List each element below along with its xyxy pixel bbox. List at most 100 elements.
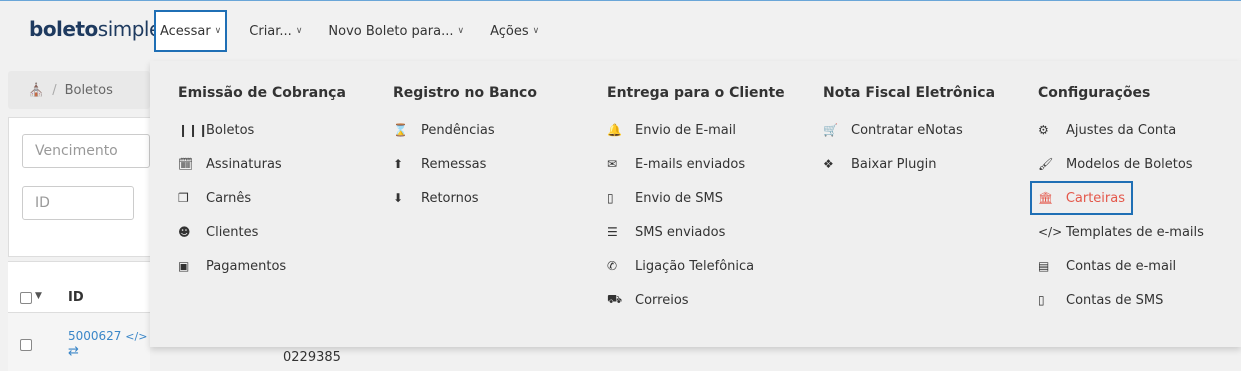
chevron-down-icon: ∨ — [457, 26, 465, 36]
menu-item-label: Contratar eNotas — [851, 122, 963, 138]
menu-item-label: Ajustes da Conta — [1066, 122, 1177, 138]
menu-item-modelos-boletos[interactable]: 🖌 Modelos de Boletos — [1038, 147, 1204, 181]
code-icon: </> — [1038, 225, 1063, 239]
bell-icon: 🔔 — [607, 123, 622, 137]
menu-column-emissao: Emissão de Cobrança ❙❙❙ Boletos 🗓 Assinatu… — [178, 85, 346, 283]
menu-item-envio-sms[interactable]: ▯ Envio de SMS — [607, 181, 785, 215]
menu-item-correios[interactable]: ⛟ Correios — [607, 283, 785, 317]
menu-item-pendencias[interactable]: ⌛ Pendências — [393, 113, 537, 147]
barcode-icon: ❙❙❙ — [178, 123, 209, 137]
breadcrumb: ⛪ / Boletos — [8, 71, 150, 109]
chevron-down-icon: ∨ — [214, 26, 222, 36]
menu-item-emails-enviados[interactable]: ✉ E-mails enviados — [607, 147, 785, 181]
menu-column-title: Configurações — [1038, 85, 1151, 101]
truck-icon: ⛟ — [607, 292, 623, 306]
menu-item-sms-enviados[interactable]: ☰ SMS enviados — [607, 215, 785, 249]
calendar-check-icon: 🗓 — [178, 157, 194, 171]
nav-novo-boleto-label: Novo Boleto para... — [328, 23, 454, 39]
menu-column-entrega: Entrega para o Cliente 🔔 Envio de E-mail … — [607, 85, 785, 317]
menu-item-pagamentos[interactable]: ▣ Pagamentos — [178, 249, 346, 283]
menu-item-label: Clientes — [206, 224, 259, 240]
nav-acessar[interactable]: Acessar ∨ — [154, 10, 228, 52]
phone-icon: ✆ — [607, 259, 618, 273]
menu-item-label: Carnês — [206, 190, 252, 206]
menu-column-title: Nota Fiscal Eletrônica — [823, 85, 996, 101]
acessar-dropdown-menu: Emissão de Cobrança ❙❙❙ Boletos 🗓 Assinatu… — [150, 61, 1241, 347]
menu-item-contas-email[interactable]: ▤ Contas de e-mail — [1038, 249, 1204, 283]
chevron-down-icon: ∨ — [295, 26, 303, 36]
nav-novo-boleto[interactable]: Novo Boleto para... ∨ — [319, 14, 473, 48]
home-icon[interactable]: ⛪ — [28, 83, 44, 98]
column-header-id[interactable]: ID — [68, 290, 84, 305]
select-all-checkbox[interactable] — [20, 292, 32, 304]
menu-item-label: Envio de E-mail — [635, 122, 736, 138]
brand-logo[interactable]: boletosimples — [29, 17, 171, 41]
underlying-page: ⛪ / Boletos Vencimento ID ▼ ID 5000627 <… — [0, 61, 150, 371]
menu-item-label: Contas de SMS — [1066, 292, 1164, 308]
row-checkbox[interactable] — [20, 339, 32, 351]
copy-icon: ❐ — [178, 191, 189, 205]
menu-item-label: Templates de e-mails — [1066, 224, 1204, 240]
cogs-icon: ⚙ — [1038, 123, 1049, 137]
id-input[interactable]: ID — [22, 186, 134, 220]
menu-item-envio-email[interactable]: 🔔 Envio de E-mail — [607, 113, 785, 147]
menu-item-retornos[interactable]: ⬇ Retornos — [393, 181, 537, 215]
menu-item-label: Ligação Telefônica — [635, 258, 755, 274]
upload-icon: ⬆ — [393, 157, 404, 171]
money-icon: ▣ — [178, 259, 190, 273]
main-nav: Acessar ∨ Criar... ∨ Novo Boleto para... ∨ … — [154, 9, 556, 53]
menu-item-ajustes-conta[interactable]: ⚙ Ajustes da Conta — [1038, 113, 1204, 147]
menu-item-label: SMS enviados — [635, 224, 726, 240]
menu-item-ligacao[interactable]: ✆ Ligação Telefônica — [607, 249, 785, 283]
nav-acoes-label: Ações — [490, 23, 529, 39]
top-navbar: boletosimples Acessar ∨ Criar... ∨ Novo Bo… — [0, 0, 1241, 61]
nav-criar[interactable]: Criar... ∨ — [240, 14, 311, 48]
menu-item-label: Pagamentos — [206, 258, 287, 274]
menu-column-nota-fiscal: Nota Fiscal Eletrônica 🛒 Contratar eNotas… — [823, 85, 995, 181]
row-number-partial: 0229385 — [283, 350, 341, 365]
puzzle-icon: ❖ — [823, 157, 834, 171]
bank-icon: 🏛 — [1038, 191, 1054, 205]
menu-column-configuracoes: Configurações ⚙ Ajustes da Conta 🖌 Modelos… — [1030, 85, 1204, 317]
id-placeholder: ID — [35, 195, 50, 211]
menu-item-contas-sms[interactable]: ▯ Contas de SMS — [1038, 283, 1204, 317]
download-icon: ⬇ — [393, 191, 404, 205]
menu-item-label: Baixar Plugin — [851, 156, 937, 172]
menu-item-carnes[interactable]: ❐ Carnês — [178, 181, 346, 215]
nav-criar-label: Criar... — [249, 23, 292, 39]
envelope-icon: ✉ — [607, 157, 618, 171]
cart-icon: 🛒 — [823, 123, 838, 137]
chevron-down-icon: ∨ — [532, 26, 540, 36]
menu-column-registro: Registro no Banco ⌛ Pendências ⬆ Remessas … — [393, 85, 537, 215]
menu-item-clientes[interactable]: ☻ Clientes — [178, 215, 346, 249]
menu-item-label: Assinaturas — [206, 156, 282, 172]
hourglass-icon: ⌛ — [393, 123, 408, 137]
menu-column-title: Entrega para o Cliente — [607, 85, 785, 101]
nav-acoes[interactable]: Ações ∨ — [481, 14, 548, 48]
server-icon: ▤ — [1038, 259, 1050, 273]
filter-panel: Vencimento ID — [8, 117, 150, 257]
users-icon: ☻ — [178, 225, 191, 239]
vencimento-input[interactable]: Vencimento — [22, 134, 150, 168]
menu-item-boletos[interactable]: ❙❙❙ Boletos — [178, 113, 346, 147]
breadcrumb-current: Boletos — [64, 82, 113, 98]
menu-item-contratar-enotas[interactable]: 🛒 Contratar eNotas — [823, 113, 995, 147]
menu-item-baixar-plugin[interactable]: ❖ Baixar Plugin — [823, 147, 995, 181]
row-id-link[interactable]: 5000627 </> — [68, 329, 147, 343]
menu-item-label: Correios — [635, 292, 689, 308]
nav-acessar-label: Acessar — [160, 23, 211, 39]
menu-item-remessas[interactable]: ⬆ Remessas — [393, 147, 537, 181]
menu-item-label: Modelos de Boletos — [1066, 156, 1193, 172]
chevron-down-icon[interactable]: ▼ — [35, 291, 42, 301]
exchange-icon[interactable]: ⇄ — [68, 344, 79, 359]
mobile-icon: ▯ — [1038, 293, 1045, 307]
menu-item-label: Boletos — [206, 122, 255, 138]
menu-item-assinaturas[interactable]: 🗓 Assinaturas — [178, 147, 346, 181]
menu-item-carteiras[interactable]: 🏛 Carteiras — [1030, 181, 1133, 215]
menu-item-templates-emails[interactable]: </> Templates de e-mails — [1038, 215, 1204, 249]
mobile-icon: ▯ — [607, 191, 614, 205]
menu-item-label: Envio de SMS — [635, 190, 723, 206]
menu-item-label: Carteiras — [1065, 190, 1125, 206]
code-icon: </> — [125, 330, 148, 343]
vencimento-placeholder: Vencimento — [35, 143, 118, 159]
